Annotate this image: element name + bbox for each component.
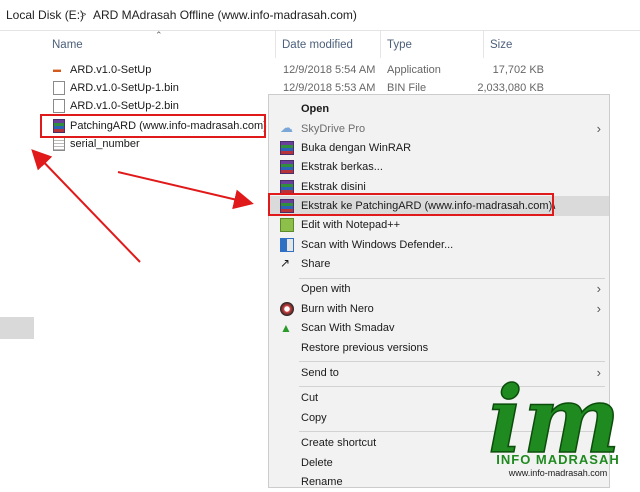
info-madrasah-logo: im INFO MADRASAH www.info-madrasah.com	[482, 360, 632, 488]
arrow-to-menu-item	[117, 171, 254, 210]
logo-brand-text: INFO MADRASAH	[496, 452, 620, 467]
arrow-to-file	[31, 149, 141, 263]
logo-url-text: www.info-madrasah.com	[508, 468, 608, 478]
